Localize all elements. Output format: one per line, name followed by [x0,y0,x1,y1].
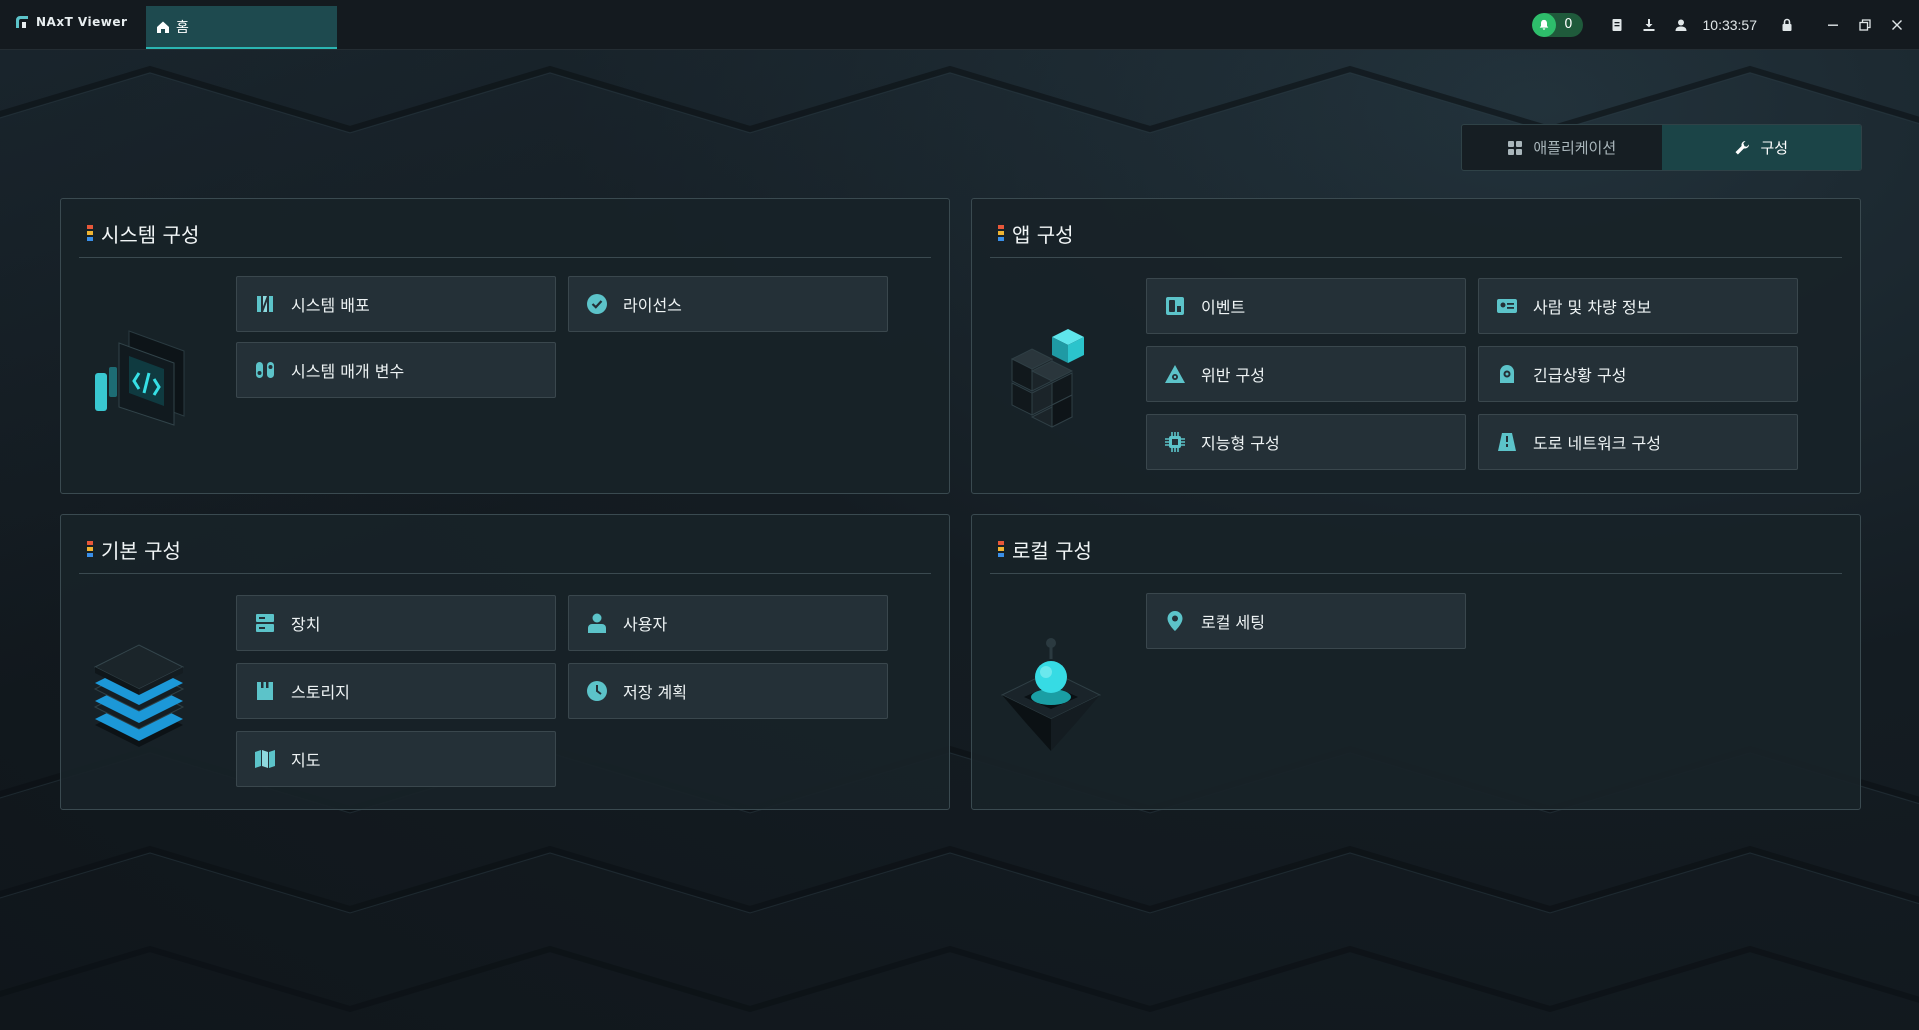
system-illustration-icon [95,330,185,426]
panel-app-config: 앱 구성 이벤트 사람 및 차량 정보 위반 구성 긴급상황 구성 지능형 구성… [971,198,1861,494]
chip-icon [1163,430,1187,454]
id-card-icon [1495,294,1519,318]
lock-icon[interactable] [1771,0,1803,49]
license-check-icon [585,292,609,316]
deploy-icon [253,292,277,316]
item-label: 긴급상황 구성 [1533,366,1627,385]
event-icon [1163,294,1187,318]
clock-icon [585,679,609,703]
panel-title: 시스템 구성 [87,219,199,248]
notification-count: 0 [1564,17,1573,32]
item-license[interactable]: 라이선스 [568,276,888,332]
close-icon[interactable] [1881,0,1913,49]
panel-title: 앱 구성 [998,219,1074,248]
item-label: 위반 구성 [1201,366,1265,385]
cube-illustration-icon [1010,329,1084,428]
restore-icon[interactable] [1849,0,1881,49]
device-icon [253,611,277,635]
emergency-icon [1495,362,1519,386]
item-label: 시스템 배포 [291,296,370,315]
segment-applications-label: 애플리케이션 [1533,139,1617,157]
segment-config[interactable]: 구성 [1661,125,1861,170]
segment-config-label: 구성 [1760,139,1789,157]
user-icon [585,611,609,635]
title-marker-icon [998,540,1004,559]
notification-button[interactable]: 0 [1532,12,1583,37]
title-marker-icon [998,224,1004,243]
tab-home-label: 홈 [176,19,189,36]
minimize-icon[interactable] [1817,0,1849,49]
item-road-network-config[interactable]: 도로 네트워크 구성 [1478,414,1798,470]
item-system-deploy[interactable]: 시스템 배포 [236,276,556,332]
tab-home[interactable]: 홈 [146,6,337,49]
item-label: 사람 및 차량 정보 [1533,298,1652,317]
road-icon [1495,430,1519,454]
item-person-vehicle-info[interactable]: 사람 및 차량 정보 [1478,278,1798,334]
storage-icon [253,679,277,703]
item-label: 이벤트 [1201,298,1246,317]
panel-title-text: 시스템 구성 [101,223,200,247]
panel-basic-config: 기본 구성 장치 사용자 스토리지 저장 계획 지도 [60,514,950,810]
item-map[interactable]: 지도 [236,731,556,787]
item-label: 스토리지 [291,683,350,702]
title-bar: NAxT Viewer 홈 0 10:33:57 [0,0,1919,50]
app-name: NAxT Viewer [36,15,128,29]
item-storage[interactable]: 스토리지 [236,663,556,719]
panel-title-text: 로컬 구성 [1012,539,1092,563]
divider [79,257,931,258]
item-user[interactable]: 사용자 [568,595,888,651]
item-local-settings[interactable]: 로컬 세팅 [1146,593,1466,649]
view-switcher: 애플리케이션 구성 [1461,124,1862,171]
panel-system-config: 시스템 구성 시스템 배포 라이선스 시스템 매개 변수 [60,198,950,494]
item-intelligent-config[interactable]: 지능형 구성 [1146,414,1466,470]
item-label: 시스템 매개 변수 [291,362,405,381]
violation-icon [1163,362,1187,386]
app-brand: NAxT Viewer [14,14,127,30]
location-pin-icon [1163,609,1187,633]
clock: 10:33:57 [1702,16,1758,33]
item-label: 장치 [291,615,321,634]
item-device[interactable]: 장치 [236,595,556,651]
panel-local-config: 로컬 구성 로컬 세팅 [971,514,1861,810]
wrench-icon [1735,140,1750,154]
item-label: 지도 [291,751,321,770]
document-icon[interactable] [1601,0,1633,49]
title-bar-controls: 0 10:33:57 [1532,0,1919,49]
panel-title-text: 기본 구성 [101,539,181,563]
item-emergency-config[interactable]: 긴급상황 구성 [1478,346,1798,402]
download-icon[interactable] [1633,0,1665,49]
item-event[interactable]: 이벤트 [1146,278,1466,334]
title-marker-icon [87,540,93,559]
bell-icon [1532,12,1557,37]
parameter-icon [253,358,277,382]
local-illustration-icon [1000,638,1102,751]
item-system-parameters[interactable]: 시스템 매개 변수 [236,342,556,398]
panel-title: 기본 구성 [87,535,181,564]
item-storage-plan[interactable]: 저장 계획 [568,663,888,719]
item-label: 사용자 [623,615,668,634]
divider [990,257,1842,258]
divider [79,573,931,574]
grid-icon [1508,140,1523,155]
divider [990,573,1842,574]
item-label: 라이선스 [623,296,682,315]
segment-applications[interactable]: 애플리케이션 [1462,125,1662,170]
item-label: 저장 계획 [623,683,687,702]
panel-title-text: 앱 구성 [1012,223,1074,247]
title-marker-icon [87,224,93,243]
app-logo-icon [16,16,28,28]
item-label: 로컬 세팅 [1201,613,1265,632]
item-label: 지능형 구성 [1201,434,1280,453]
home-icon [157,21,169,33]
item-label: 도로 네트워크 구성 [1533,434,1661,453]
panel-title: 로컬 구성 [998,535,1092,564]
user-account-icon[interactable] [1665,0,1697,49]
item-violation-config[interactable]: 위반 구성 [1146,346,1466,402]
map-icon [253,747,277,771]
layers-illustration-icon [93,644,185,747]
